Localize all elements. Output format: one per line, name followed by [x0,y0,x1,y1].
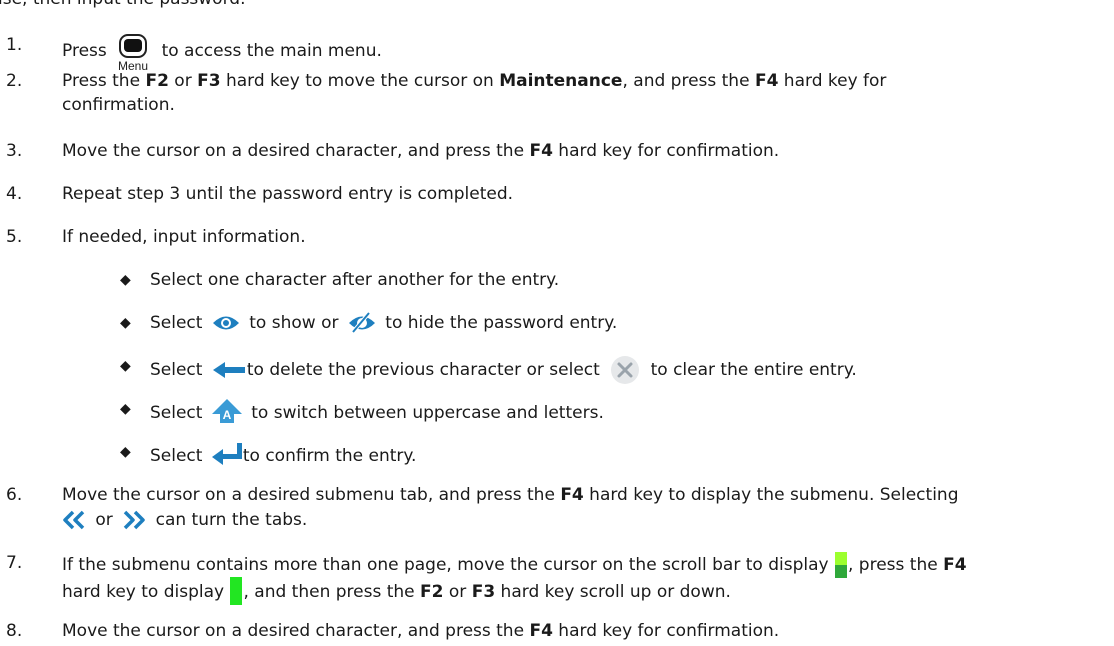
shift-uppercase-icon: A [211,398,243,424]
step-2-cont: confirmation. [62,95,175,115]
double-chevron-left-icon [62,510,86,530]
step-1: 1. Press Menu to access the main menu. [6,34,382,73]
double-chevron-right-icon [122,510,146,530]
scrollbar-active-icon [230,577,243,605]
backspace-arrow-icon [211,359,247,381]
enter-arrow-icon [211,441,243,467]
step-6-cont: or can turn the tabs. [62,509,307,531]
eye-show-icon [211,312,241,334]
diamond-bullet-icon: ◆ [120,315,131,331]
diamond-bullet-icon: ◆ [120,358,131,374]
step-7-cont: hard key to display , and then press the… [62,577,731,605]
diamond-bullet-icon: ◆ [120,272,131,288]
diamond-bullet-icon: ◆ [120,401,131,417]
clear-x-icon [608,355,642,385]
diamond-bullet-icon: ◆ [120,444,131,460]
menu-key-icon: Menu [114,34,154,74]
eye-hide-icon [347,312,377,334]
step-number: 1. [6,35,23,55]
top-cut-text: ise, then input the password. [0,0,245,10]
svg-text:A: A [223,408,232,422]
scrollbar-dual-icon [834,552,847,578]
